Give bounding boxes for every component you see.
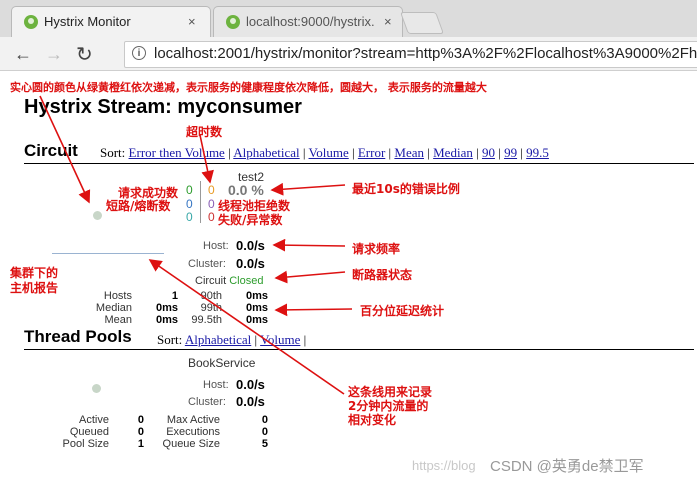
arrow-to-error-pct — [270, 182, 346, 196]
arrow-to-timeout — [199, 134, 214, 184]
arrow-to-health-circle — [39, 95, 91, 204]
arrow-to-circuit-status — [274, 270, 346, 284]
arrow-to-sparkline — [148, 259, 345, 395]
arrow-to-stats — [274, 303, 353, 317]
annotation-arrows — [39, 95, 353, 395]
arrow-to-host-rate — [272, 238, 346, 252]
